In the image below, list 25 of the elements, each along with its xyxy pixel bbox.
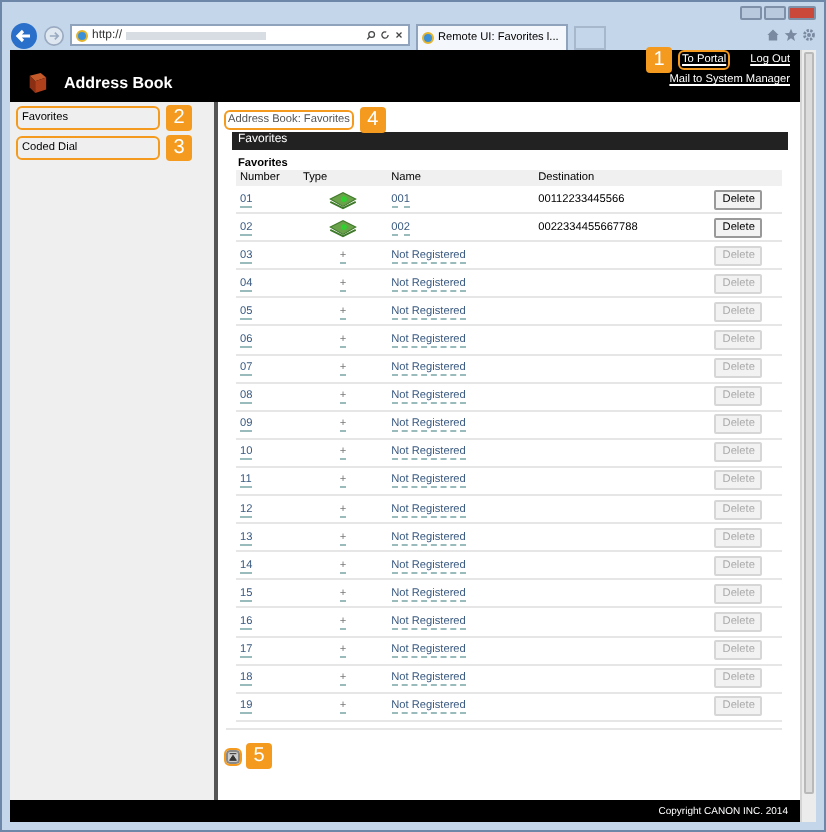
new-tab-button[interactable] xyxy=(574,26,606,50)
book-icon xyxy=(26,71,48,93)
callout-badge: 2 xyxy=(166,105,192,131)
search-icon[interactable] xyxy=(366,30,376,40)
callout-badge: 3 xyxy=(166,135,192,161)
refresh-icon[interactable] xyxy=(380,30,390,40)
blurred-address xyxy=(126,31,267,39)
back-button[interactable] xyxy=(10,21,38,49)
forward-button[interactable] xyxy=(44,25,64,45)
address-card-icon[interactable] xyxy=(328,189,359,210)
settings-icon[interactable] xyxy=(802,28,816,42)
page-icon xyxy=(76,29,88,41)
close-button[interactable] xyxy=(788,6,816,20)
scrollbar[interactable] xyxy=(800,50,816,822)
close-icon[interactable] xyxy=(394,30,404,40)
callout-badge: 4 xyxy=(359,106,386,132)
maximize-button[interactable] xyxy=(764,6,786,20)
home-icon[interactable] xyxy=(766,28,780,42)
callout-badge: 5 xyxy=(246,743,272,770)
address-card-icon[interactable] xyxy=(328,217,359,238)
page-icon xyxy=(422,32,434,44)
callout-badge: 1 xyxy=(646,47,673,73)
page-title: Address Book xyxy=(64,73,173,91)
minimize-button[interactable] xyxy=(740,6,762,20)
star-icon[interactable] xyxy=(784,28,798,42)
